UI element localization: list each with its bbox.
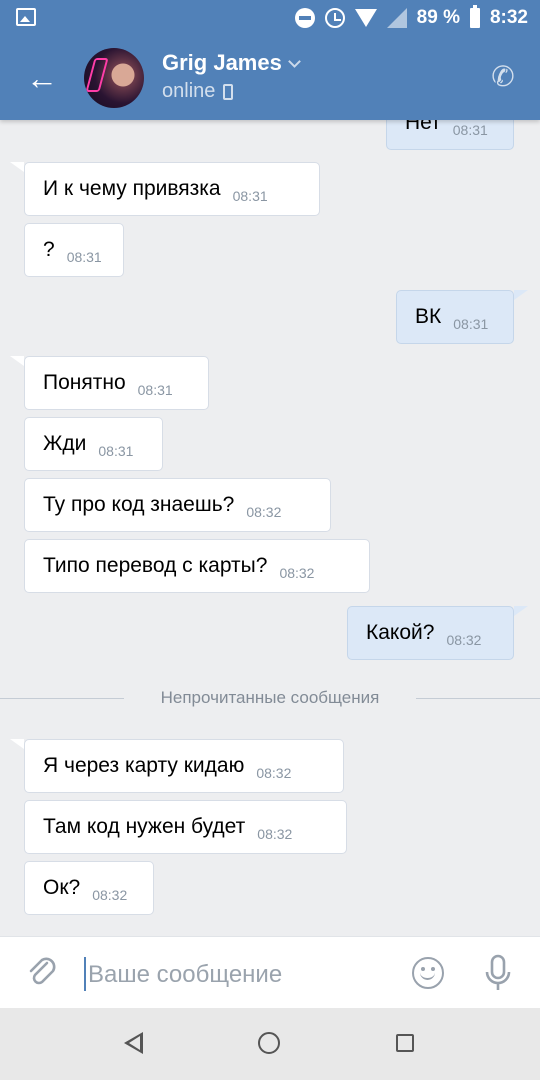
message-time: 08:31 <box>232 188 268 204</box>
microphone-icon[interactable] <box>484 953 512 993</box>
chevron-down-icon <box>287 54 301 68</box>
avatar[interactable] <box>84 48 144 108</box>
nav-back-icon[interactable] <box>124 1032 143 1054</box>
message-time: 08:32 <box>92 887 128 903</box>
message-text: И к чему привязка <box>43 177 221 200</box>
alarm-icon <box>324 8 345 28</box>
message-bubble-incoming[interactable]: Ок? 08:32 <box>24 861 154 915</box>
message-list[interactable]: Нет 08:31 И к чему привязка 08:31 ? 08:3… <box>0 120 540 936</box>
message-time: 08:32 <box>446 632 482 648</box>
message-time: 08:31 <box>453 316 489 332</box>
bubble-tail <box>10 739 24 749</box>
contact-name: Grig James <box>162 50 282 75</box>
call-icon[interactable]: ✆ <box>488 60 518 94</box>
bubble-tail <box>514 290 528 300</box>
message-text: Я через карту кидаю <box>43 754 245 777</box>
message-time: 08:31 <box>98 443 134 459</box>
bubble-tail <box>10 162 24 172</box>
message-bubble-incoming[interactable]: И к чему привязка 08:31 <box>24 162 320 216</box>
message-text: Какой? <box>366 621 435 644</box>
message-bubble-outgoing[interactable]: Нет 08:31 <box>386 120 514 150</box>
message-bubble-incoming[interactable]: Жди 08:31 <box>24 417 163 471</box>
unread-divider-label: Непрочитанные сообщения <box>160 688 380 707</box>
bubble-tail <box>514 606 528 616</box>
message-time: 08:31 <box>137 382 173 398</box>
contact-name-row[interactable]: Grig James <box>162 50 301 76</box>
mobile-phone-icon <box>223 83 234 100</box>
message-text: Типо перевод с карты? <box>43 554 268 577</box>
message-time: 08:32 <box>256 765 292 781</box>
message-text: ? <box>43 238 55 261</box>
unread-divider: Непрочитанные сообщения <box>0 686 540 710</box>
attach-icon[interactable] <box>26 955 58 991</box>
gallery-icon <box>16 8 36 26</box>
message-bubble-incoming[interactable]: Ту про код знаешь? 08:32 <box>24 478 331 532</box>
message-text: Понятно <box>43 371 126 394</box>
message-bubble-outgoing[interactable]: Какой? 08:32 <box>347 606 514 660</box>
message-bubble-incoming[interactable]: Там код нужен будет 08:32 <box>24 800 347 854</box>
message-text: Жди <box>43 432 87 455</box>
wifi-icon <box>354 9 377 27</box>
signal-icon <box>386 8 407 28</box>
text-cursor <box>84 957 86 991</box>
battery-percent: 89 % <box>416 7 460 28</box>
nav-home-icon[interactable] <box>258 1032 280 1054</box>
message-bubble-outgoing[interactable]: ВК 08:31 <box>396 290 514 344</box>
message-bubble-incoming[interactable]: Понятно 08:31 <box>24 356 209 410</box>
back-arrow-icon[interactable]: ← <box>20 58 64 98</box>
message-composer <box>0 936 540 1008</box>
bubble-tail <box>10 356 24 366</box>
message-text: Ту про код знаешь? <box>43 493 235 516</box>
message-bubble-incoming[interactable]: Типо перевод с карты? 08:32 <box>24 539 370 593</box>
message-bubble-incoming[interactable]: Я через карту кидаю 08:32 <box>24 739 344 793</box>
top-bar: 89 % 8:32 ← Grig James online ✆ <box>0 0 540 120</box>
message-text: Нет <box>405 120 441 134</box>
status-bar: 89 % 8:32 <box>0 0 540 36</box>
navigation-bar <box>0 1008 540 1080</box>
emoji-icon[interactable] <box>412 957 444 989</box>
message-time: 08:32 <box>257 826 293 842</box>
presence-label: online <box>162 80 216 102</box>
message-bubble-incoming[interactable]: ? 08:31 <box>24 223 124 277</box>
message-text: Ок? <box>43 876 81 899</box>
status-icons: 89 % 8:32 <box>294 5 528 30</box>
status-time: 8:32 <box>489 7 528 28</box>
message-time: 08:31 <box>66 249 102 265</box>
message-text: ВК <box>415 305 442 328</box>
message-time: 08:32 <box>246 504 282 520</box>
do-not-disturb-icon <box>294 8 315 28</box>
nav-recents-icon[interactable] <box>396 1034 414 1052</box>
battery-icon <box>469 5 480 28</box>
presence-status: online <box>162 80 234 103</box>
message-text: Там код нужен будет <box>43 815 246 838</box>
message-time: 08:31 <box>452 122 488 138</box>
message-time: 08:32 <box>279 565 315 581</box>
message-input[interactable] <box>88 955 388 995</box>
